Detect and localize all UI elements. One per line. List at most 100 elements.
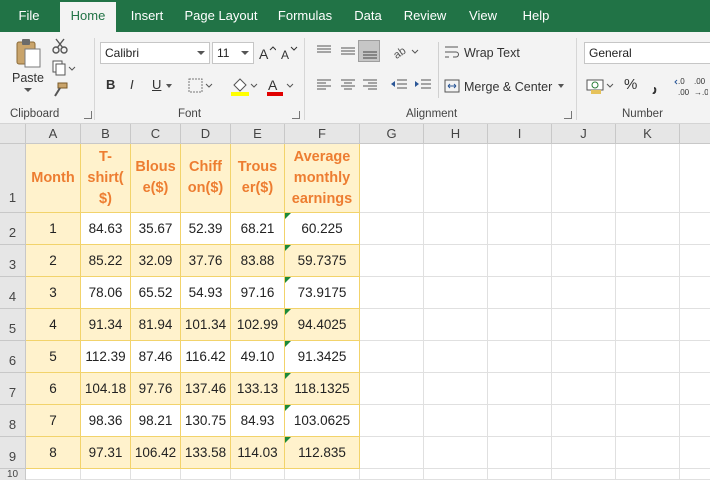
column-header-g[interactable]: G <box>360 124 424 144</box>
cell-k5[interactable] <box>616 309 680 341</box>
cell-c3[interactable]: 32.09 <box>131 245 181 277</box>
wrap-text-button[interactable]: Wrap Text <box>464 44 520 62</box>
cell-g9[interactable] <box>360 437 424 469</box>
decrease-font-size-icon[interactable]: A <box>280 44 298 62</box>
cell-i3[interactable] <box>488 245 552 277</box>
column-header-k[interactable]: K <box>616 124 680 144</box>
cell-j8[interactable] <box>552 405 616 437</box>
cell-c5[interactable]: 81.94 <box>131 309 181 341</box>
row-header-2[interactable]: 2 <box>0 213 26 245</box>
column-header-j[interactable]: J <box>552 124 616 144</box>
accounting-format-icon[interactable] <box>586 76 616 96</box>
align-middle-icon[interactable] <box>340 44 356 58</box>
cell-c1[interactable]: Blous e($) <box>131 144 181 213</box>
cell-h9[interactable] <box>424 437 488 469</box>
cell-l1[interactable] <box>680 144 710 213</box>
tab-file[interactable]: File <box>8 0 50 32</box>
cell-d5[interactable]: 101.34 <box>181 309 231 341</box>
select-all-corner[interactable] <box>0 124 26 144</box>
wrap-text-icon[interactable] <box>444 44 460 60</box>
row-header-6[interactable]: 6 <box>0 341 26 373</box>
cell-c2[interactable]: 35.67 <box>131 213 181 245</box>
cell-b7[interactable]: 104.18 <box>81 373 131 405</box>
row-header-1[interactable]: 1 <box>0 144 26 213</box>
error-indicator-icon[interactable] <box>285 245 291 251</box>
cut-icon[interactable] <box>52 38 68 54</box>
cell-d10[interactable] <box>181 469 231 480</box>
cell-d2[interactable]: 52.39 <box>181 213 231 245</box>
tab-page-layout[interactable]: Page Layout <box>180 0 262 32</box>
cell-i7[interactable] <box>488 373 552 405</box>
cell-j7[interactable] <box>552 373 616 405</box>
cell-e7[interactable]: 133.13 <box>231 373 285 405</box>
chevron-down-icon[interactable] <box>166 84 172 88</box>
cell-a5[interactable]: 4 <box>26 309 81 341</box>
increase-font-size-icon[interactable]: A <box>258 44 276 62</box>
cell-l3[interactable] <box>680 245 710 277</box>
merge-center-icon[interactable] <box>444 78 460 94</box>
cell-k4[interactable] <box>616 277 680 309</box>
error-indicator-icon[interactable] <box>285 437 291 443</box>
cell-h2[interactable] <box>424 213 488 245</box>
cell-h1[interactable] <box>424 144 488 213</box>
cell-e3[interactable]: 83.88 <box>231 245 285 277</box>
cell-l8[interactable] <box>680 405 710 437</box>
cell-a7[interactable]: 6 <box>26 373 81 405</box>
column-header-c[interactable]: C <box>131 124 181 144</box>
cell-a8[interactable]: 7 <box>26 405 81 437</box>
cell-b1[interactable]: T-shirt($) <box>81 144 131 213</box>
error-indicator-icon[interactable] <box>285 373 291 379</box>
cell-k7[interactable] <box>616 373 680 405</box>
cell-k10[interactable] <box>616 469 680 480</box>
error-indicator-icon[interactable] <box>285 405 291 411</box>
cell-d3[interactable]: 37.76 <box>181 245 231 277</box>
cell-b10[interactable] <box>81 469 131 480</box>
cell-g8[interactable] <box>360 405 424 437</box>
cell-e4[interactable]: 97.16 <box>231 277 285 309</box>
cell-i10[interactable] <box>488 469 552 480</box>
cell-a10[interactable] <box>26 469 81 480</box>
orientation-icon[interactable]: ab <box>392 42 420 60</box>
decrease-indent-icon[interactable] <box>390 78 408 92</box>
bold-button[interactable]: B <box>106 76 115 94</box>
percent-style-button[interactable]: % <box>624 76 637 94</box>
cell-f9[interactable]: 112.835 <box>285 437 360 469</box>
cell-h10[interactable] <box>424 469 488 480</box>
format-painter-icon[interactable] <box>52 82 68 98</box>
cell-c6[interactable]: 87.46 <box>131 341 181 373</box>
tab-help[interactable]: Help <box>514 0 558 32</box>
copy-icon[interactable] <box>52 60 76 76</box>
cell-i9[interactable] <box>488 437 552 469</box>
cell-b9[interactable]: 97.31 <box>81 437 131 469</box>
cell-c8[interactable]: 98.21 <box>131 405 181 437</box>
chevron-down-icon[interactable] <box>558 84 564 88</box>
error-indicator-icon[interactable] <box>285 341 291 347</box>
cell-g3[interactable] <box>360 245 424 277</box>
cell-d4[interactable]: 54.93 <box>181 277 231 309</box>
column-header-i[interactable]: I <box>488 124 552 144</box>
cell-b6[interactable]: 112.39 <box>81 341 131 373</box>
row-header-9[interactable]: 9 <box>0 437 26 469</box>
column-header-b[interactable]: B <box>81 124 131 144</box>
cell-i8[interactable] <box>488 405 552 437</box>
cell-k9[interactable] <box>616 437 680 469</box>
cell-i6[interactable] <box>488 341 552 373</box>
cell-c10[interactable] <box>131 469 181 480</box>
cell-a1[interactable]: Month <box>26 144 81 213</box>
row-header-5[interactable]: 5 <box>0 309 26 341</box>
column-header-a[interactable]: A <box>26 124 81 144</box>
cell-a9[interactable]: 8 <box>26 437 81 469</box>
cell-f5[interactable]: 94.4025 <box>285 309 360 341</box>
error-indicator-icon[interactable] <box>285 277 291 283</box>
paste-button[interactable]: Paste <box>8 38 48 92</box>
cell-g10[interactable] <box>360 469 424 480</box>
cell-a2[interactable]: 1 <box>26 213 81 245</box>
align-top-icon[interactable] <box>316 44 332 58</box>
cell-a4[interactable]: 3 <box>26 277 81 309</box>
cell-h3[interactable] <box>424 245 488 277</box>
cell-b8[interactable]: 98.36 <box>81 405 131 437</box>
cell-d7[interactable]: 137.46 <box>181 373 231 405</box>
cell-c9[interactable]: 106.42 <box>131 437 181 469</box>
cell-f4[interactable]: 73.9175 <box>285 277 360 309</box>
cell-k8[interactable] <box>616 405 680 437</box>
